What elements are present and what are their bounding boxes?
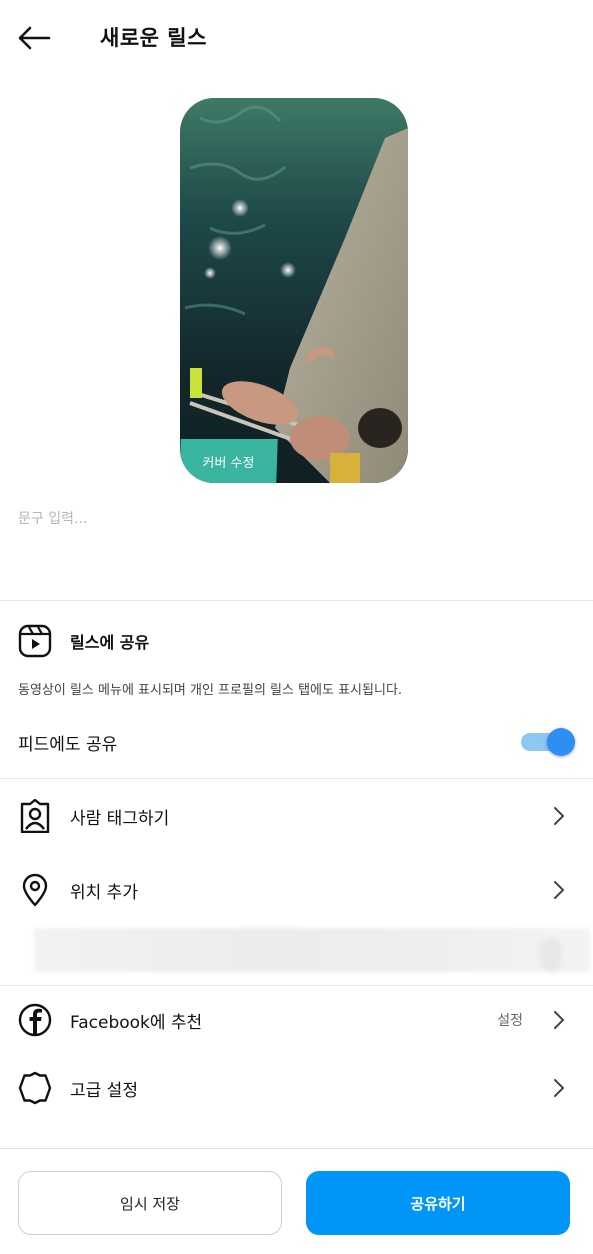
location-pin-icon xyxy=(18,873,52,907)
share-to-feed-row: 피드에도 공유 xyxy=(18,728,575,756)
page-title: 새로운 릴스 xyxy=(100,26,207,50)
share-to-reels-section: 릴스에 공유 xyxy=(18,624,149,658)
back-button[interactable] xyxy=(14,20,54,56)
location-suggestions-blurred xyxy=(540,938,562,972)
caption-input[interactable]: 문구 입력... xyxy=(18,508,575,528)
share-to-reels-description: 동영상이 릴스 메뉴에 표시되며 개인 프로필의 릴스 탭에도 표시됩니다. xyxy=(18,683,403,698)
tag-people-label: 사람 태그하기 xyxy=(70,808,170,829)
advanced-settings-row[interactable]: 고급 설정 xyxy=(0,1058,593,1118)
tag-people-row[interactable]: 사람 태그하기 xyxy=(0,786,593,846)
reels-icon xyxy=(18,624,52,658)
arrow-left-icon xyxy=(18,26,51,50)
top-bar: 새로운 릴스 xyxy=(0,0,593,76)
tag-people-icon xyxy=(18,799,52,833)
divider xyxy=(0,985,593,986)
save-draft-label: 임시 저장 xyxy=(120,1194,180,1213)
divider xyxy=(0,778,593,779)
chevron-right-icon xyxy=(551,878,567,902)
location-suggestions-blurred xyxy=(34,928,590,972)
facebook-setting-value: 설정 xyxy=(497,1013,523,1029)
recommend-on-facebook-label: Facebook에 추천 xyxy=(70,1012,203,1033)
chevron-right-icon xyxy=(551,1076,567,1100)
share-to-feed-toggle[interactable] xyxy=(519,728,575,756)
bottom-action-bar: 임시 저장 공유하기 xyxy=(0,1148,593,1254)
toggle-knob xyxy=(547,728,575,756)
share-to-feed-label: 피드에도 공유 xyxy=(18,734,118,755)
save-draft-button[interactable]: 임시 저장 xyxy=(18,1171,282,1235)
facebook-icon xyxy=(18,1003,52,1037)
share-to-reels-label: 릴스에 공유 xyxy=(70,633,150,652)
share-label: 공유하기 xyxy=(410,1194,466,1213)
video-thumbnail[interactable]: 커버 수정 xyxy=(180,98,408,483)
chevron-right-icon xyxy=(551,1008,567,1032)
edit-cover-button[interactable]: 커버 수정 xyxy=(180,439,278,483)
add-location-label: 위치 추가 xyxy=(70,882,138,903)
share-button[interactable]: 공유하기 xyxy=(306,1171,570,1235)
add-location-row[interactable]: 위치 추가 xyxy=(0,860,593,920)
advanced-settings-label: 고급 설정 xyxy=(70,1080,138,1101)
thumbnail-image xyxy=(180,98,408,483)
settings-gear-icon xyxy=(18,1071,52,1105)
recommend-on-facebook-row[interactable]: Facebook에 추천 설정 xyxy=(0,990,593,1050)
chevron-right-icon xyxy=(551,804,567,828)
edit-cover-label: 커버 수정 xyxy=(202,455,255,471)
divider xyxy=(0,600,593,601)
